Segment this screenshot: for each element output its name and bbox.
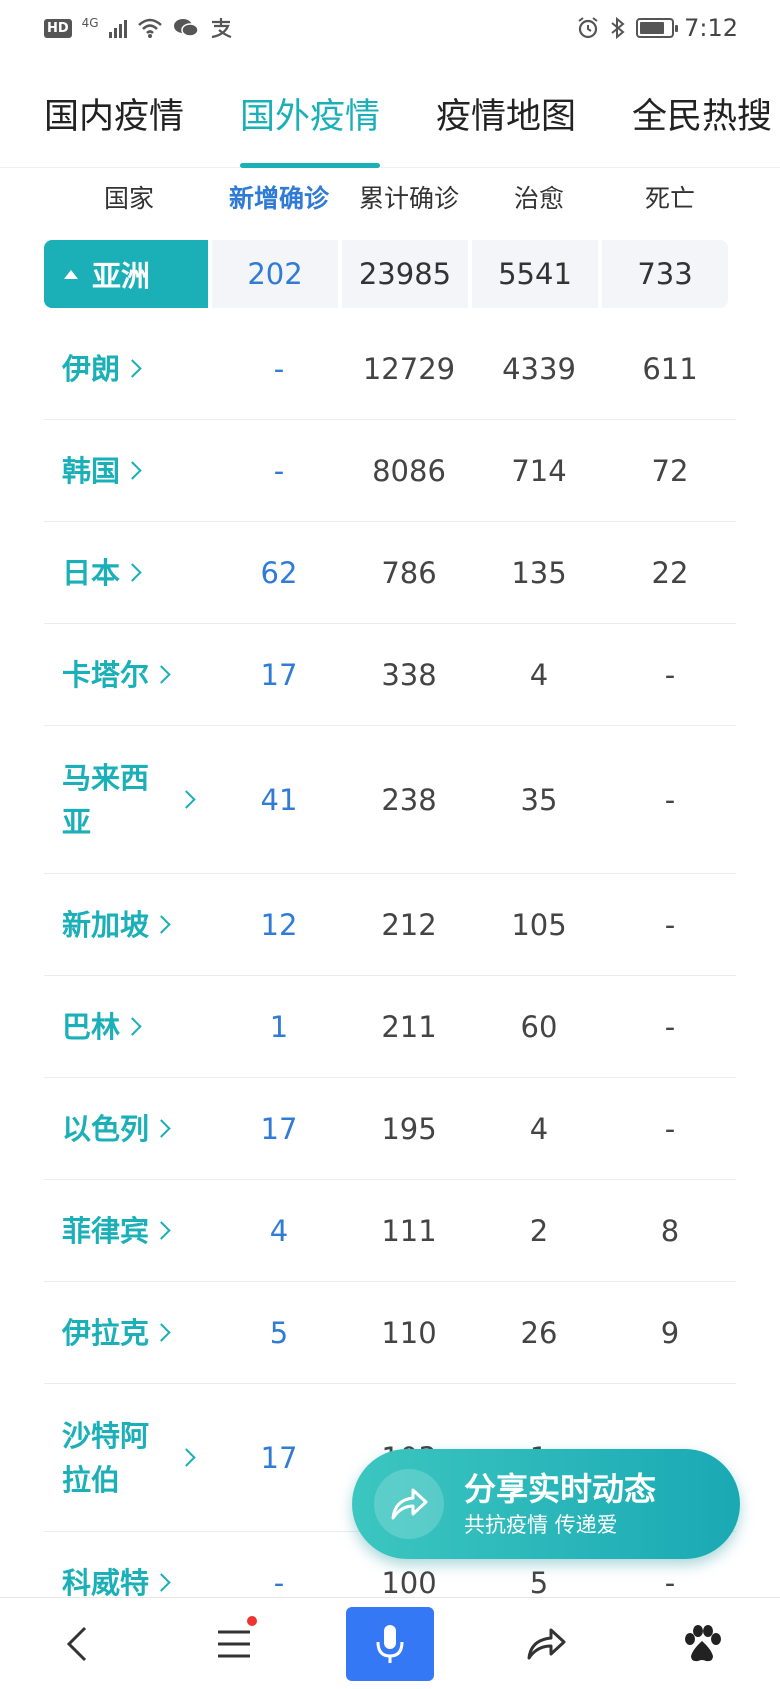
chevron-right-icon [152,1323,171,1342]
continent-toggle[interactable]: 亚洲 [44,240,208,308]
menu-button[interactable] [189,1604,279,1684]
notification-dot [247,1615,257,1626]
share-arrow-icon [374,1469,444,1539]
status-bar: HD 4G 7:12 [0,0,780,56]
header-deaths[interactable]: 死亡 [604,179,736,215]
table-row[interactable]: 以色列 17 195 4 - [44,1078,736,1180]
hd-icon: HD [44,18,72,38]
continent-name: 亚洲 [92,259,151,293]
page: HD 4G 7:12 国内疫情 国外疫情 疫情地图 全民热搜 国家 新增确诊 累… [0,0,780,1689]
chevron-right-icon [177,790,196,809]
chevron-right-icon [152,915,171,934]
chevron-right-icon [152,1573,171,1592]
continent-deaths: 733 [602,240,728,308]
alarm-icon [578,17,598,39]
country-link[interactable]: 伊朗 [44,347,214,391]
country-link[interactable]: 沙特阿拉伯 [44,1414,214,1502]
battery-fill [640,22,665,34]
share-subtitle: 共抗疫情 传递爱 [464,1513,618,1537]
continent-total: 23985 [342,240,468,308]
country-link[interactable]: 新加坡 [44,903,214,947]
chevron-right-icon [152,1119,171,1138]
country-link[interactable]: 巴林 [44,1005,214,1049]
back-button[interactable] [33,1604,123,1684]
mic-icon [376,1624,404,1663]
table-row[interactable]: 马来西亚 41 238 35 - [44,726,736,874]
country-link[interactable]: 伊拉克 [44,1311,214,1355]
chevron-right-icon [123,461,142,480]
table-row[interactable]: 卡塔尔 17 338 4 - [44,624,736,726]
back-icon [66,1626,87,1661]
table-row[interactable]: 伊拉克 5 110 26 9 [44,1282,736,1384]
voice-search-button[interactable] [345,1604,435,1684]
chevron-right-icon [152,1221,171,1240]
country-link[interactable]: 卡塔尔 [44,653,214,697]
table-row[interactable]: 新加坡 12 212 105 - [44,874,736,976]
table-row[interactable]: 日本 62 786 135 22 [44,522,736,624]
tab-domestic[interactable]: 国内疫情 [44,78,184,168]
bottom-nav [0,1597,780,1689]
chevron-right-icon [123,359,142,378]
table-row[interactable]: 菲律宾 4 111 2 8 [44,1180,736,1282]
country-link[interactable]: 韩国 [44,449,214,493]
collapse-triangle-icon [64,269,78,279]
table-row[interactable]: 伊朗 - 12729 4339 611 [44,318,736,420]
chevron-right-icon [177,1448,196,1467]
table-row[interactable]: 韩国 - 8086 714 72 [44,420,736,522]
baidu-home-button[interactable] [657,1604,747,1684]
share-button[interactable] [501,1604,591,1684]
alipay-icon [211,18,231,39]
signal-icon [108,18,127,38]
continent-row-asia[interactable]: 亚洲 202 23985 5541 733 [44,240,736,308]
header-new-confirmed[interactable]: 新增确诊 [214,179,344,215]
battery-icon [636,18,679,38]
share-title: 分享实时动态 [464,1470,657,1508]
country-link[interactable]: 以色列 [44,1107,214,1151]
share-icon [527,1628,566,1659]
menu-icon [218,1630,250,1657]
clock: 7:12 [684,14,738,42]
tab-overseas[interactable]: 国外疫情 [240,78,381,168]
continent-new: 202 [212,240,338,308]
bluetooth-icon [611,16,625,40]
network-type: 4G [81,16,99,30]
chevron-right-icon [152,665,171,684]
country-link[interactable]: 日本 [44,551,214,595]
mic-button-bg [346,1606,434,1681]
chevron-right-icon [123,563,142,582]
continent-cured: 5541 [472,240,598,308]
tab-bar: 国内疫情 国外疫情 疫情地图 全民热搜 [0,78,780,168]
country-list: 伊朗 - 12729 4339 611 韩国 - 8086 714 72 日本 … [44,318,736,1634]
tab-hot-search[interactable]: 全民热搜 [632,78,772,168]
wifi-icon [137,18,162,38]
country-link[interactable]: 马来西亚 [44,756,214,844]
table-row[interactable]: 巴林 1 211 60 - [44,976,736,1078]
tab-map[interactable]: 疫情地图 [436,78,576,168]
header-cured[interactable]: 治愈 [474,179,604,215]
table-header: 国家 新增确诊 累计确诊 治愈 死亡 [44,172,736,222]
chevron-right-icon [123,1017,142,1036]
wechat-icon [173,19,199,37]
header-country[interactable]: 国家 [44,179,214,215]
baidu-paw-icon [685,1624,721,1661]
share-live-updates-button[interactable]: 分享实时动态 共抗疫情 传递爱 [352,1449,740,1559]
header-total-confirmed[interactable]: 累计确诊 [344,179,474,215]
country-link[interactable]: 菲律宾 [44,1209,214,1253]
